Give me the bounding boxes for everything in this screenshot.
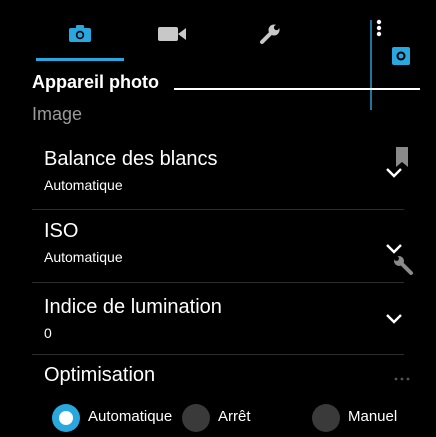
setting-iso[interactable]: ISO Automatique	[0, 212, 436, 282]
optimisation-label: Optimisation	[44, 364, 156, 386]
divider	[32, 354, 404, 355]
section-title: Appareil photo	[32, 72, 159, 92]
radio-label: Arrêt	[218, 408, 251, 425]
setting-value: 0	[44, 325, 52, 341]
camera-icon	[69, 25, 91, 42]
setting-exposure[interactable]: Indice de lumination 0	[0, 288, 436, 358]
optimisation-options: Automatique Arrêt Manuel	[0, 400, 436, 437]
radio-label: Automatique	[88, 408, 173, 425]
horizontal-dots-icon	[394, 377, 410, 381]
wrench-icon	[394, 256, 413, 275]
subsection-title: Image	[32, 104, 83, 124]
setting-white-balance[interactable]: Balance des blancs Automatique	[0, 140, 436, 210]
radio-label: Manuel	[348, 408, 398, 425]
tab-tools[interactable]	[235, 8, 305, 60]
setting-label: ISO	[44, 220, 79, 242]
radio-manuel[interactable]	[312, 404, 340, 432]
active-tab-indicator	[36, 58, 124, 61]
section-divider	[174, 88, 420, 90]
vertical-dots-icon	[376, 19, 382, 37]
tab-video[interactable]	[137, 8, 207, 60]
divider	[32, 209, 404, 210]
chevron-down-icon	[386, 314, 402, 324]
tab-camera[interactable]	[45, 8, 115, 60]
radio-arret[interactable]	[182, 404, 210, 432]
video-camera-icon	[158, 27, 186, 41]
setting-label: Indice de lumination	[44, 296, 222, 318]
overflow-menu-button[interactable]	[374, 18, 384, 42]
bookmark-icon	[396, 147, 408, 167]
radio-selected-dot	[59, 411, 73, 425]
divider	[32, 282, 404, 283]
setting-value: Automatique	[44, 177, 123, 193]
wrench-icon	[260, 24, 280, 44]
camera-icon	[392, 47, 410, 65]
more-dots	[394, 368, 410, 381]
section-header: Appareil photo	[32, 72, 436, 102]
setting-label: Balance des blancs	[44, 148, 218, 170]
setting-value: Automatique	[44, 249, 123, 265]
radio-automatique[interactable]	[52, 404, 80, 432]
